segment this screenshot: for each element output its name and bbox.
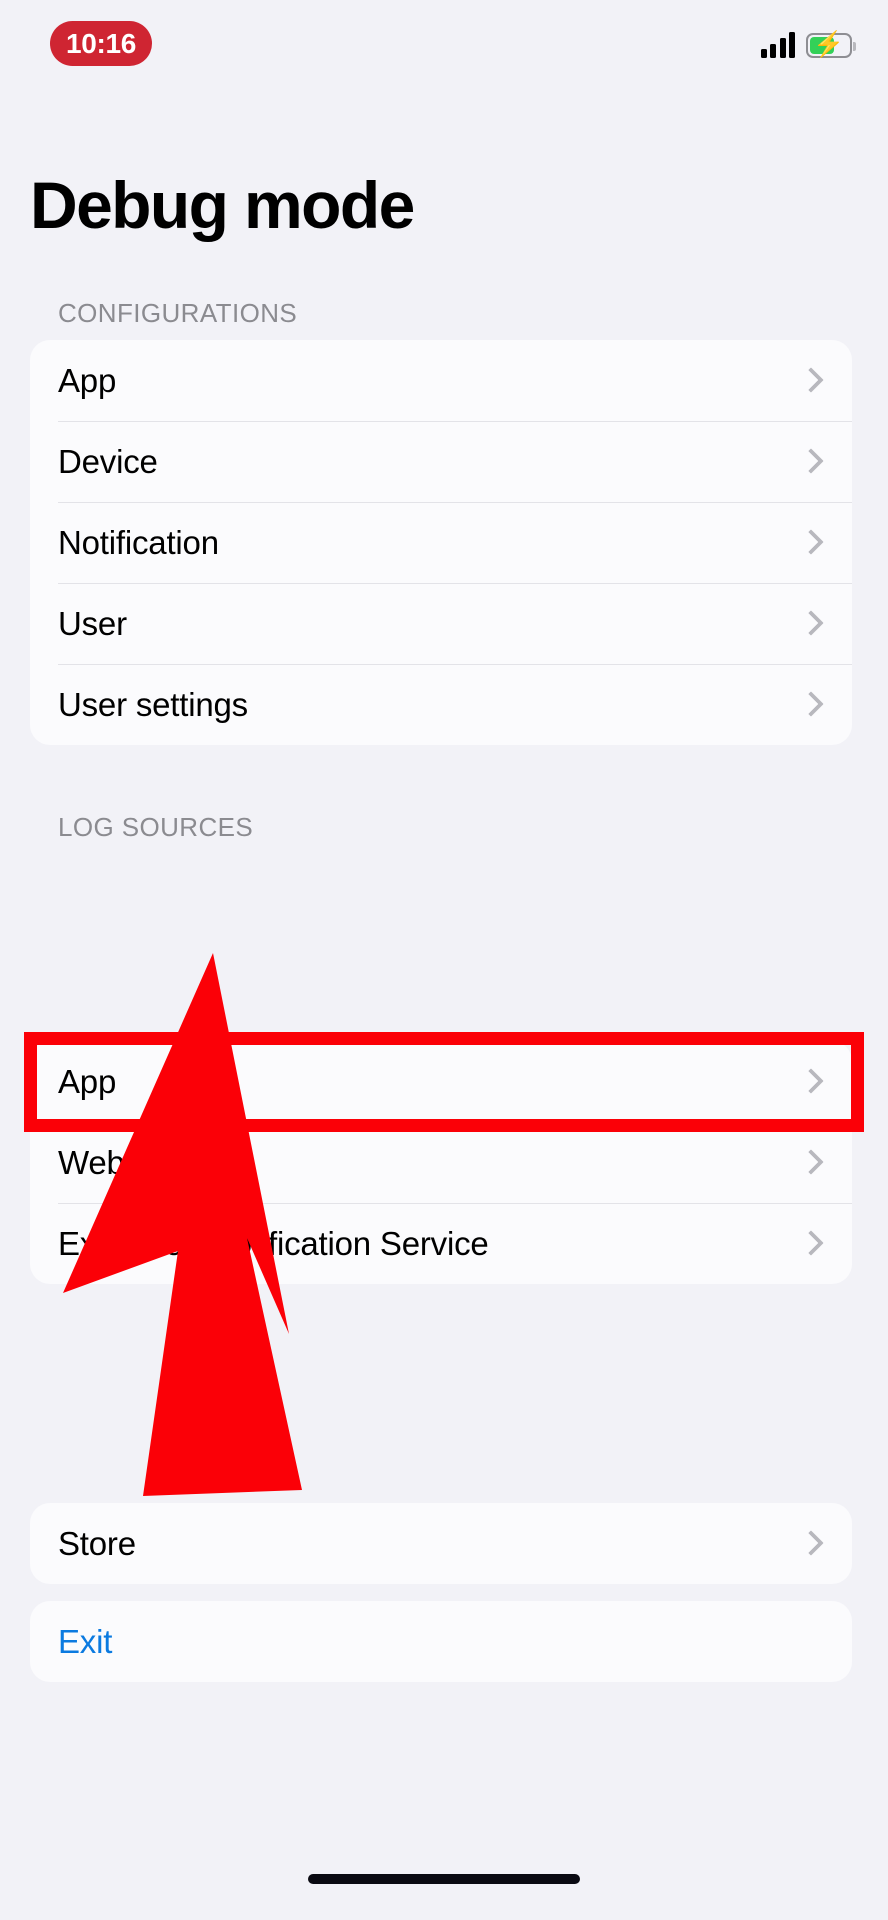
list-item-label: User: [58, 604, 127, 642]
chevron-right-icon: [800, 1225, 822, 1263]
chevron-right-icon: [800, 686, 822, 724]
home-indicator: [308, 1874, 580, 1884]
page-title: Debug mode: [30, 168, 415, 242]
chevron-right-icon: [800, 1144, 822, 1182]
list-item-label: Web: [58, 1143, 125, 1181]
battery-charging-icon: ⚡: [806, 30, 856, 59]
list-item-app-config[interactable]: App: [30, 340, 852, 421]
list-item-notification-config[interactable]: Notification: [30, 502, 852, 583]
chevron-right-icon: [800, 443, 822, 481]
exit-list: Exit: [30, 1601, 852, 1682]
chevron-right-icon: [800, 605, 822, 643]
chevron-right-icon: [800, 524, 822, 562]
list-item-label: Store: [58, 1524, 136, 1562]
status-time-pill: 10:16: [50, 21, 152, 66]
list-item-user-settings-config[interactable]: User settings: [30, 664, 852, 745]
chevron-right-icon: [800, 1525, 822, 1563]
list-item-label: User settings: [58, 685, 248, 723]
chevron-right-icon: [800, 362, 822, 400]
status-indicators: ⚡: [760, 26, 856, 64]
list-item-label: Notification: [58, 523, 219, 561]
section-header-log-sources: LOG SOURCES: [58, 812, 254, 842]
list-item-web-log-source[interactable]: Web: [30, 1122, 852, 1203]
log-sources-list: App Web Extension Notification Service: [30, 1041, 852, 1284]
list-item-store[interactable]: Store: [30, 1503, 852, 1584]
status-time: 10:16: [65, 27, 137, 59]
list-item-device-config[interactable]: Device: [30, 421, 852, 502]
list-item-label: App: [58, 1062, 117, 1100]
chevron-right-icon: [800, 1063, 822, 1101]
list-item-user-config[interactable]: User: [30, 583, 852, 664]
exit-button-label: Exit: [58, 1622, 113, 1660]
charging-bolt-icon: ⚡: [813, 30, 845, 59]
cellular-signal-icon: [760, 32, 795, 58]
store-list: Store: [30, 1503, 852, 1584]
list-item-app-log-source[interactable]: App: [30, 1041, 852, 1122]
list-item-label: Extension Notification Service: [58, 1224, 489, 1262]
section-header-configurations: CONFIGURATIONS: [58, 298, 298, 328]
list-item-extension-notification-service-log-source[interactable]: Extension Notification Service: [30, 1203, 852, 1284]
status-bar: 10:16 ⚡: [0, 0, 888, 110]
list-item-label: App: [58, 361, 117, 399]
list-item-label: Device: [58, 442, 158, 480]
phone-screen: 10:16 ⚡ Debug mode CONFIGURATIONS App De…: [0, 0, 888, 1920]
exit-button[interactable]: Exit: [30, 1601, 852, 1682]
configurations-list: App Device Notification User User settin…: [30, 340, 852, 745]
